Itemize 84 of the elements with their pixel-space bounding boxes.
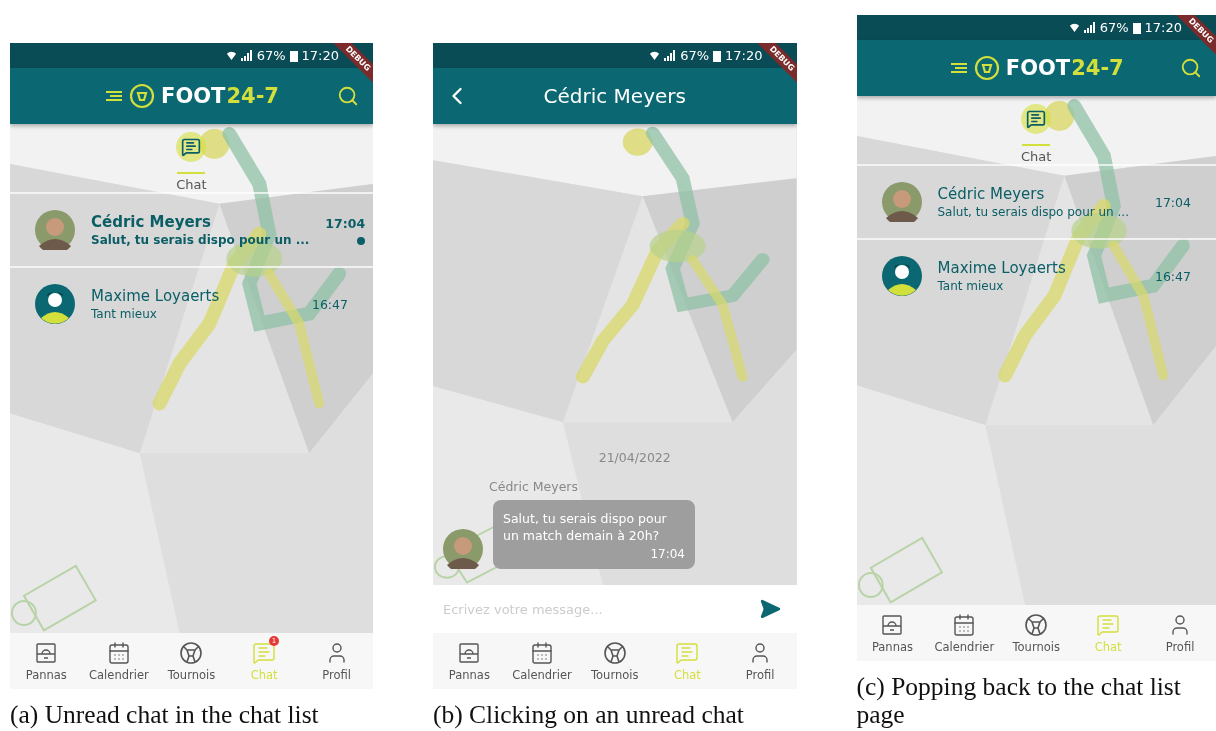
contact-name: Maxime Loyaerts: [91, 287, 221, 305]
chat-icon: [252, 640, 277, 665]
calendar-icon: [106, 640, 131, 665]
ball-icon: [602, 640, 627, 665]
message-preview: Tant mieux: [937, 279, 1005, 293]
date-label: 21/04/2022: [598, 450, 671, 465]
battery-icon: [713, 49, 722, 62]
message-preview: Salut, tu serais dispo pour un ...: [937, 205, 1130, 219]
nav-tab[interactable]: Profil: [725, 640, 796, 682]
unread-dot: [357, 236, 366, 245]
search-button[interactable]: [1180, 57, 1202, 79]
nav-tab[interactable]: Calendrier: [929, 612, 1000, 654]
battery-percentage: 67%: [680, 48, 710, 63]
chat-row[interactable]: Cédric Meyers Salut, tu serais dispo pour un ... 17:04: [856, 166, 1216, 238]
figure-caption: (a) Unread chat in the chat list: [10, 699, 320, 731]
wifi-icon: [649, 50, 661, 61]
nav-tab[interactable]: Calendrier: [83, 640, 154, 682]
clock-time: 17:20: [301, 48, 339, 63]
chat-row[interactable]: Maxime Loyaerts Tant mieux 16:47: [856, 240, 1216, 312]
battery-icon: [1132, 21, 1141, 34]
logo-number: 24-7: [226, 84, 279, 108]
chat-tab[interactable]: Chat: [1021, 96, 1052, 164]
avatar: [35, 210, 75, 250]
chat-icon: [675, 640, 700, 665]
chat-row[interactable]: Maxime Loyaerts Tant mieux 16:47: [10, 268, 373, 340]
nav-tab[interactable]: Pannas: [434, 640, 505, 682]
sender-name: Cédric Meyers: [489, 479, 580, 494]
chest-icon: [34, 640, 59, 665]
calendar-icon: [952, 612, 977, 637]
chat-title: Cédric Meyers: [543, 84, 686, 108]
battery-percentage: 67%: [256, 48, 286, 63]
message-preview: Tant mieux: [91, 307, 158, 321]
chat-icon: [181, 137, 202, 157]
clock-time: 17:20: [725, 48, 763, 63]
nav-tab[interactable]: Pannas: [11, 640, 82, 682]
message-time: 17:04: [325, 215, 366, 231]
nav-tab[interactable]: Profil: [301, 640, 372, 682]
ball-logo-icon: [948, 55, 1001, 81]
logo-text: FOOT: [1005, 56, 1071, 80]
message-text: Salut, tu serais dispo pour un match demain à 20h?: [503, 510, 668, 544]
calendar-icon: [530, 640, 555, 665]
chat-icon: [1096, 612, 1121, 637]
send-icon: [758, 598, 781, 620]
avatar: [881, 182, 922, 222]
ball-logo-icon: [104, 83, 157, 109]
contact-name: Cédric Meyers: [937, 185, 1046, 203]
search-icon: [337, 85, 359, 107]
logo-number: 24-7: [1071, 56, 1124, 80]
chest-icon: [880, 612, 905, 637]
chat-row[interactable]: Cédric Meyers Salut, tu serais dispo pour un ... 17:04: [10, 194, 373, 266]
nav-tab[interactable]: Tournois: [1001, 612, 1072, 654]
nav-tab[interactable]: Profil: [1145, 612, 1215, 654]
clock-time: 17:20: [1144, 20, 1182, 35]
battery-icon: [289, 49, 298, 62]
ball-icon: [179, 640, 204, 665]
wifi-icon: [225, 50, 237, 61]
signal-icon: [240, 50, 253, 61]
nav-tab[interactable]: Calendrier: [507, 640, 578, 682]
avatar: [881, 256, 922, 296]
message-preview: Salut, tu serais dispo pour un ...: [91, 233, 310, 247]
contact-name: Cédric Meyers: [91, 213, 212, 231]
search-button[interactable]: [337, 85, 359, 107]
message-time: 16:47: [1154, 268, 1191, 284]
nav-tab[interactable]: Tournois: [156, 640, 227, 682]
wifi-icon: [1068, 22, 1080, 33]
signal-icon: [1083, 22, 1096, 33]
logo-text: FOOT: [161, 84, 226, 108]
signal-icon: [664, 50, 677, 61]
nav-tab[interactable]: Tournois: [579, 640, 650, 682]
chat-icon: [1026, 109, 1047, 129]
nav-tab[interactable]: Pannas: [857, 612, 928, 654]
search-icon: [1180, 57, 1202, 79]
battery-percentage: 67%: [1099, 20, 1129, 35]
avatar: [443, 529, 483, 569]
chest-icon: [457, 640, 482, 665]
message-time: 17:04: [650, 547, 685, 561]
contact-name: Maxime Loyaerts: [937, 259, 1067, 277]
figure-caption: (b) Clicking on an unread chat: [433, 699, 745, 731]
figure-caption: (c) Popping back to the chat list page: [856, 671, 1182, 731]
chat-tab[interactable]: Chat: [176, 124, 207, 192]
avatar: [35, 284, 75, 324]
message-time: 16:47: [311, 296, 348, 312]
message-time: 17:04: [1154, 194, 1191, 210]
ball-icon: [1024, 612, 1049, 637]
